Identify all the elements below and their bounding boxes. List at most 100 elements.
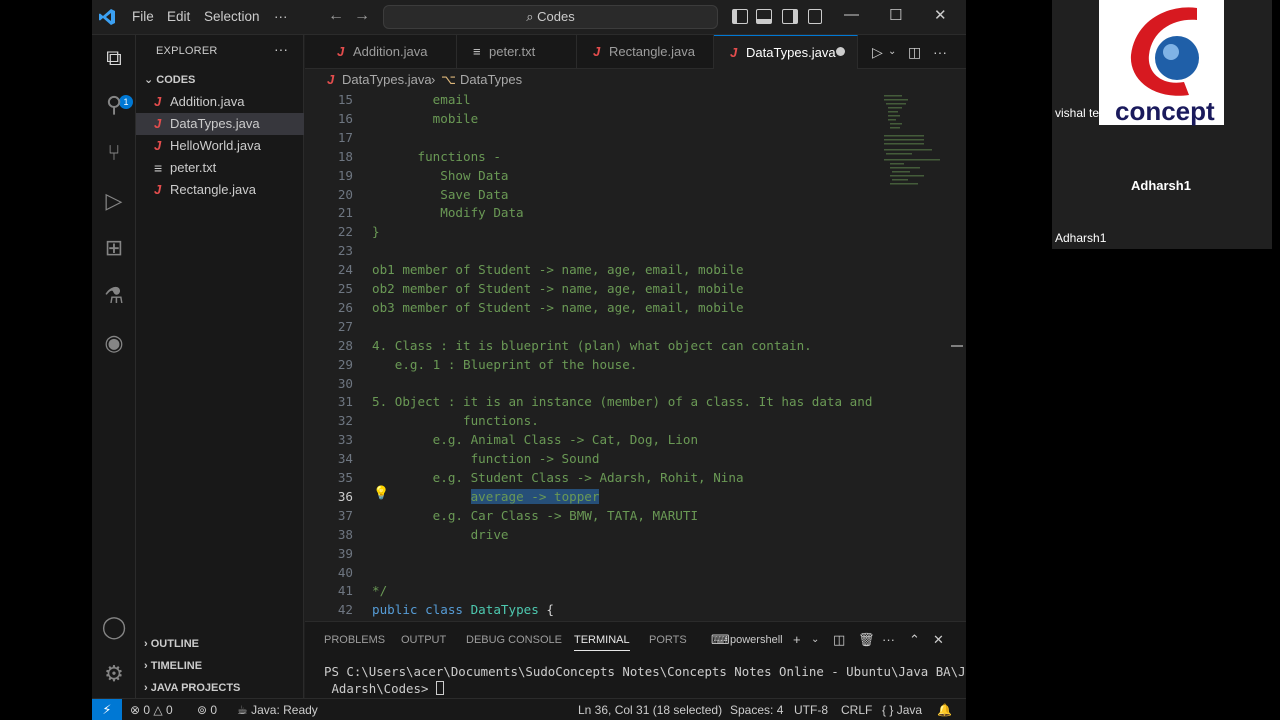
tab-rectangle[interactable]: J Rectangle.java xyxy=(577,35,714,69)
more-actions-icon[interactable]: ··· xyxy=(933,44,947,60)
code-editor[interactable]: 💡 15 email 16 mobile 17 18 functions -19 Sh… xyxy=(305,91,966,621)
tab-terminal[interactable]: TERMINAL xyxy=(574,634,630,651)
code-line[interactable]: } xyxy=(372,224,380,239)
code-line[interactable]: functions - xyxy=(372,149,500,164)
java-projects-section[interactable]: › JAVA PROJECTS xyxy=(144,682,240,694)
minimap[interactable] xyxy=(880,91,955,621)
tab-ports[interactable]: PORTS xyxy=(649,634,687,646)
code-line[interactable]: average -> topper xyxy=(372,488,600,504)
extensions-icon[interactable]: ⊞ xyxy=(101,235,127,261)
problems-status[interactable]: ⊗ 0 △ 0 xyxy=(130,703,173,717)
file-item-peter[interactable]: ≡ peter.txt xyxy=(136,157,304,179)
tab-addition[interactable]: J Addition.java xyxy=(321,35,457,69)
chevron-up-icon[interactable]: ⌃ xyxy=(909,632,920,648)
java-status[interactable]: ☕ Java: Ready xyxy=(237,703,318,717)
file-item-helloworld[interactable]: J HelloWorld.java xyxy=(136,135,304,157)
sidebar-more-button[interactable]: ··· xyxy=(274,41,288,57)
code-line[interactable]: e.g. 1 : Blueprint of the house. xyxy=(372,357,638,372)
encoding[interactable]: UTF-8 xyxy=(794,703,828,717)
code-line[interactable]: drive xyxy=(372,527,509,542)
back-arrow-icon[interactable]: ← xyxy=(328,7,344,25)
menu-selection[interactable]: Selection xyxy=(204,9,260,24)
toggle-sidebar-icon[interactable] xyxy=(732,9,748,24)
forward-arrow-icon[interactable]: → xyxy=(354,7,370,25)
timeline-section[interactable]: › TIMELINE xyxy=(144,660,202,672)
language-mode[interactable]: { } Java xyxy=(882,703,922,717)
tab-output[interactable]: OUTPUT xyxy=(401,634,446,646)
split-editor-icon[interactable]: ◫ xyxy=(908,44,921,61)
java-icon: ☕ xyxy=(237,703,252,717)
trash-icon[interactable]: 🗑 xyxy=(858,632,875,648)
toggle-secondary-sidebar-icon[interactable] xyxy=(782,9,798,24)
breadcrumb-separator: › xyxy=(431,72,436,87)
indentation[interactable]: Spaces: 4 xyxy=(730,703,783,717)
remote-icon[interactable]: ◉ xyxy=(101,330,127,356)
tab-debug-console[interactable]: DEBUG CONSOLE xyxy=(466,634,562,646)
breadcrumb-symbol[interactable]: DataTypes xyxy=(460,72,522,87)
remote-indicator-icon[interactable]: ⚡ xyxy=(92,699,122,720)
chevron-down-icon[interactable]: ⌄ xyxy=(888,46,896,57)
line-number: 29 xyxy=(337,356,353,372)
source-control-icon[interactable]: ⑂ xyxy=(101,140,127,166)
new-terminal-icon[interactable]: + xyxy=(793,632,801,647)
java-file-icon: J xyxy=(337,44,345,59)
command-center[interactable]: ⌕ Codes xyxy=(383,5,718,29)
file-item-addition[interactable]: J Addition.java xyxy=(136,91,304,113)
code-line[interactable]: email xyxy=(372,92,471,107)
menu-more[interactable]: ··· xyxy=(274,9,288,24)
file-item-datatypes[interactable]: J DataTypes.java xyxy=(136,113,304,135)
shell-name[interactable]: powershell xyxy=(730,634,783,646)
code-line[interactable]: ob3 member of Student -> name, age, emai… xyxy=(372,300,744,315)
run-icon[interactable]: ▷ xyxy=(872,44,883,61)
toggle-panel-icon[interactable] xyxy=(756,9,772,24)
close-panel-icon[interactable]: ✕ xyxy=(933,632,944,648)
more-actions-icon[interactable]: ··· xyxy=(882,632,895,647)
activity-bar: ⧉ 1 ⚲ ⑂ ▷ ⊞ ⚗ ◉ ◯ ⚙ xyxy=(92,35,136,698)
testing-icon[interactable]: ⚗ xyxy=(101,283,127,309)
code-line[interactable]: e.g. Student Class -> Adarsh, Rohit, Nin… xyxy=(372,470,744,485)
account-icon[interactable]: ◯ xyxy=(101,614,127,640)
line-ending[interactable]: CRLF xyxy=(841,703,872,717)
menu-file[interactable]: File xyxy=(132,9,154,24)
minimize-button[interactable]: — xyxy=(844,6,859,23)
code-line[interactable]: Modify Data xyxy=(372,205,523,220)
breadcrumb-file[interactable]: DataTypes.java xyxy=(342,72,432,87)
code-line[interactable]: function -> Sound xyxy=(372,451,600,466)
code-line[interactable]: e.g. Animal Class -> Cat, Dog, Lion xyxy=(372,432,698,447)
code-line[interactable]: ob1 member of Student -> name, age, emai… xyxy=(372,262,744,277)
run-debug-icon[interactable]: ▷ xyxy=(101,188,127,214)
menu-edit[interactable]: Edit xyxy=(167,9,190,24)
code-line[interactable]: ob2 member of Student -> name, age, emai… xyxy=(372,281,744,296)
code-line[interactable]: 5. Object : it is an instance (member) o… xyxy=(372,394,872,409)
search-icon[interactable]: ⚲ xyxy=(101,92,127,118)
maximize-button[interactable]: ☐ xyxy=(889,6,902,24)
settings-icon[interactable]: ⚙ xyxy=(101,661,127,687)
text-file-icon: ≡ xyxy=(473,44,481,59)
tab-peter[interactable]: ≡ peter.txt xyxy=(457,35,577,69)
split-terminal-icon[interactable]: ◫ xyxy=(833,632,845,648)
code-line[interactable]: Show Data xyxy=(372,168,508,183)
cursor-position[interactable]: Ln 36, Col 31 (18 selected) xyxy=(578,703,722,717)
tab-problems[interactable]: PROBLEMS xyxy=(324,634,385,646)
folder-codes[interactable]: ⌄ CODES xyxy=(144,73,195,86)
chevron-down-icon[interactable]: ⌄ xyxy=(811,634,819,645)
unsaved-dot-icon[interactable] xyxy=(836,47,845,56)
code-line[interactable]: */ xyxy=(372,583,387,598)
outline-section[interactable]: › OUTLINE xyxy=(144,638,199,650)
code-line[interactable]: 4. Class : it is blueprint (plan) what o… xyxy=(372,338,812,353)
code-line[interactable]: functions. xyxy=(372,413,539,428)
code-line[interactable]: public class DataTypes { xyxy=(372,602,554,617)
terminal-prompt[interactable]: Adarsh\Codes> xyxy=(324,681,444,696)
code-line[interactable]: e.g. Car Class -> BMW, TATA, MARUTI xyxy=(372,508,698,523)
code-line[interactable]: Save Data xyxy=(372,187,508,202)
code-line[interactable]: mobile xyxy=(372,111,479,126)
scrollbar-thumb[interactable] xyxy=(951,345,963,347)
explorer-icon[interactable]: ⧉ xyxy=(101,45,127,71)
file-item-rectangle[interactable]: J Rectangle.java xyxy=(136,179,304,201)
ports-status[interactable]: ⊚ 0 xyxy=(197,703,217,717)
notifications-icon[interactable]: 🔔 xyxy=(937,703,952,717)
customize-layout-icon[interactable] xyxy=(808,9,822,24)
line-number: 18 xyxy=(337,148,353,164)
line-number: 19 xyxy=(337,167,353,183)
close-button[interactable]: ✕ xyxy=(934,6,947,24)
